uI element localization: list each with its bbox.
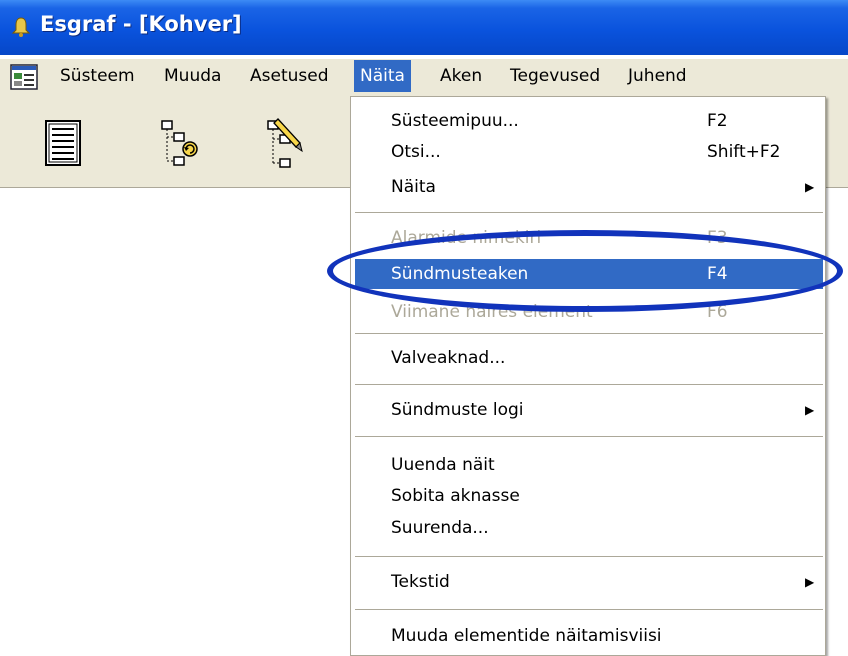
menu-item-uuenda-nait[interactable]: Uuenda näit xyxy=(355,450,823,480)
title-bar[interactable]: Esgraf - [Kohver] xyxy=(0,0,848,55)
menu-item-label: Otsi... xyxy=(391,142,441,162)
menu-item-shortcut: F4 xyxy=(707,264,728,284)
submenu-arrow-icon: ▶ xyxy=(805,180,815,194)
menu-separator xyxy=(355,436,823,437)
menu-item-label: Valveaknad... xyxy=(391,348,506,368)
menu-item-otsi[interactable]: Otsi... Shift+F2 xyxy=(355,137,823,167)
menu-separator xyxy=(355,609,823,610)
menu-muuda[interactable]: Muuda xyxy=(164,60,221,92)
menu-item-label: Näita xyxy=(391,177,436,197)
menu-item-label: Süsteemipuu... xyxy=(391,111,519,131)
menu-item-muuda-elementide-naitamisviisi[interactable]: Muuda elementide näitamisviisi xyxy=(355,621,823,651)
menu-item-shortcut: Shift+F2 xyxy=(707,142,781,162)
menu-separator xyxy=(355,556,823,557)
menu-item-sundmusteaken[interactable]: Sündmusteaken F4 xyxy=(355,259,823,289)
bell-icon[interactable] xyxy=(10,16,32,38)
menu-item-label: Suurenda... xyxy=(391,518,489,538)
menu-item-tekstid[interactable]: Tekstid ▶ xyxy=(355,567,823,597)
menu-item-alarmide-nimekiri: Alarmide nimekiri F3 xyxy=(355,223,823,253)
menu-item-sobita-aknasse[interactable]: Sobita aknasse xyxy=(355,481,823,511)
menu-separator xyxy=(355,333,823,334)
menu-item-label: Viimane häires element xyxy=(391,302,593,322)
naita-dropdown-menu: Süsteemipuu... F2 Otsi... Shift+F2 Näita… xyxy=(350,96,826,656)
menu-separator xyxy=(355,212,823,213)
menu-item-suurenda[interactable]: Suurenda... xyxy=(355,513,823,543)
menu-item-shortcut: F6 xyxy=(707,302,728,322)
menu-item-shortcut: F2 xyxy=(707,111,728,131)
menu-item-viimane-haires-element: Viimane häires element F6 xyxy=(355,297,823,327)
window-title: Esgraf - [Kohver] xyxy=(40,12,242,36)
menu-item-label: Alarmide nimekiri xyxy=(391,228,542,248)
menu-item-label: Sobita aknasse xyxy=(391,486,520,506)
menu-naita[interactable]: Näita xyxy=(354,60,411,92)
menu-bar: Süsteem Muuda Asetused Näita Aken Tegevu… xyxy=(0,59,848,95)
menu-item-valveaknad[interactable]: Valveaknad... xyxy=(355,343,823,373)
menu-item-label: Sündmuste logi xyxy=(391,400,524,420)
menu-item-label: Uuenda näit xyxy=(391,455,495,475)
menu-susteem[interactable]: Süsteem xyxy=(60,60,135,92)
menu-aken[interactable]: Aken xyxy=(440,60,482,92)
menu-item-susteemipuu[interactable]: Süsteemipuu... F2 xyxy=(355,106,823,136)
menu-juhend[interactable]: Juhend xyxy=(628,60,687,92)
submenu-arrow-icon: ▶ xyxy=(805,575,815,589)
tree-edit-icon[interactable] xyxy=(262,117,310,169)
menu-separator xyxy=(355,384,823,385)
submenu-arrow-icon: ▶ xyxy=(805,403,815,417)
app-system-icon[interactable] xyxy=(10,64,38,90)
menu-item-label: Sündmusteaken xyxy=(391,264,529,284)
menu-item-sundmuste-logi[interactable]: Sündmuste logi ▶ xyxy=(355,395,823,425)
menu-item-shortcut: F3 xyxy=(707,228,728,248)
menu-tegevused[interactable]: Tegevused xyxy=(510,60,600,92)
menu-asetused[interactable]: Asetused xyxy=(250,60,329,92)
document-list-icon[interactable] xyxy=(40,117,88,169)
menu-item-label: Muuda elementide näitamisviisi xyxy=(391,626,662,646)
menu-item-naita-submenu[interactable]: Näita ▶ xyxy=(355,172,823,202)
tree-refresh-icon[interactable] xyxy=(156,117,204,169)
menu-item-label: Tekstid xyxy=(391,572,450,592)
